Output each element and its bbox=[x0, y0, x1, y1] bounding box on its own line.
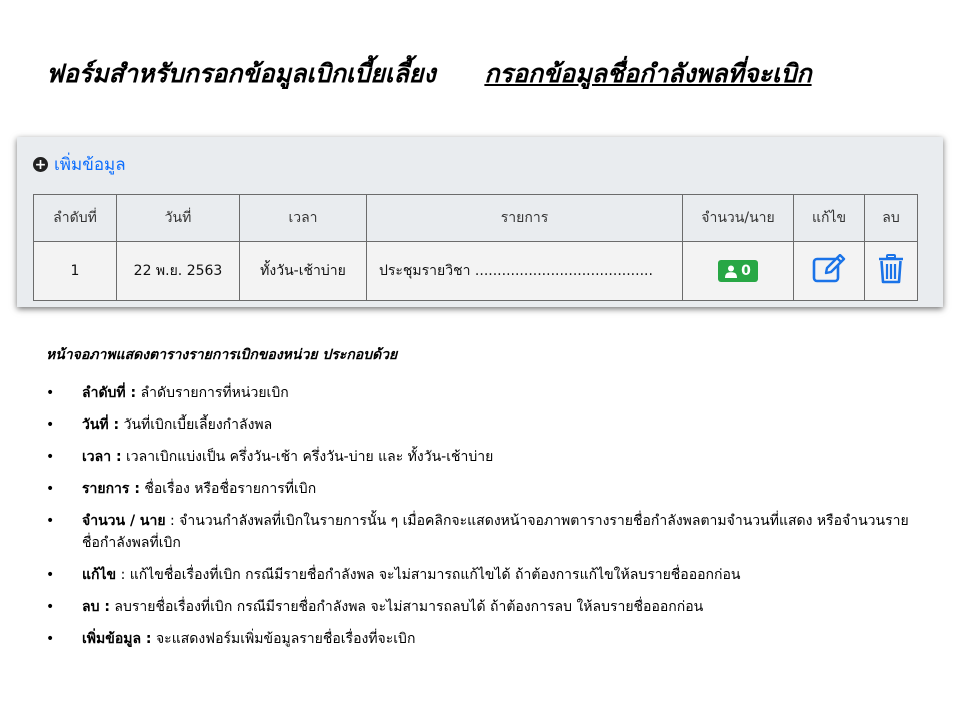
bullet-icon: • bbox=[46, 385, 55, 401]
page-heading: ฟอร์มสำหรับกรอกข้อมูลเบิกเบี้ยเลี้ยง กรอ… bbox=[46, 58, 940, 89]
item-term: รายการ : bbox=[82, 481, 140, 497]
bullet-icon: • bbox=[46, 417, 55, 433]
bullet-icon: • bbox=[46, 631, 55, 647]
bullet-icon: • bbox=[46, 449, 55, 465]
heading-main: ฟอร์มสำหรับกรอกข้อมูลเบิกเบี้ยเลี้ยง bbox=[46, 59, 436, 88]
col-header-no: ลำดับที่ bbox=[33, 194, 117, 242]
list-item: • ลบ : ลบรายชื่อเรื่องที่เบิก กรณีมีรายชื… bbox=[46, 596, 926, 618]
list-item: • วันที่ : วันที่เบิกเบี้ยเลี้ยงกำลังพล bbox=[46, 414, 926, 436]
edit-button[interactable] bbox=[812, 253, 846, 288]
user-icon bbox=[725, 265, 738, 278]
cell-no: 1 bbox=[33, 241, 117, 301]
description-title: หน้าจอภาพแสดงตารางรายการเบิกของหน่วย ประ… bbox=[46, 347, 398, 363]
cell-count: 0 bbox=[682, 241, 794, 301]
item-text: วันที่เบิกเบี้ยเลี้ยงกำลังพล bbox=[119, 417, 273, 433]
item-text: เวลาเบิกแบ่งเป็น ครึ่งวัน-เช้า ครึ่งวัน-… bbox=[121, 449, 494, 465]
item-text: ลำดับรายการที่หน่วยเบิก bbox=[136, 385, 289, 401]
edit-icon bbox=[812, 253, 846, 283]
description-section: หน้าจอภาพแสดงตารางรายการเบิกของหน่วย ประ… bbox=[46, 344, 926, 660]
cell-item: ประชุมรายวิชา ..........................… bbox=[366, 241, 683, 301]
list-panel: + เพิ่มข้อมูล ลำดับที่ วันที่ เวลา รายกา… bbox=[17, 137, 943, 307]
col-header-time: เวลา bbox=[239, 194, 367, 242]
add-data-button[interactable]: + เพิ่มข้อมูล bbox=[33, 151, 126, 178]
list-item: • จำนวน / นาย : จำนวนกำลังพลที่เบิกในรายก… bbox=[46, 510, 926, 554]
personnel-count: 0 bbox=[741, 263, 751, 279]
table-header-row: ลำดับที่ วันที่ เวลา รายการ จำนวน/นาย แก… bbox=[33, 194, 918, 242]
claims-table: ลำดับที่ วันที่ เวลา รายการ จำนวน/นาย แก… bbox=[33, 194, 918, 301]
delete-button[interactable] bbox=[878, 254, 904, 288]
list-item: • ลำดับที่ : ลำดับรายการที่หน่วยเบิก bbox=[46, 382, 926, 404]
trash-icon bbox=[879, 254, 903, 284]
item-text: ชื่อเรื่อง หรือชื่อรายการที่เบิก bbox=[139, 481, 317, 497]
item-term: เวลา : bbox=[82, 449, 122, 465]
bullet-icon: • bbox=[46, 567, 55, 583]
personnel-count-button[interactable]: 0 bbox=[718, 260, 758, 282]
list-item: • แก้ไข : แก้ไขชื่อเรื่องที่เบิก กรณีมีรา… bbox=[46, 564, 926, 586]
bullet-icon: • bbox=[46, 599, 55, 615]
item-term: แก้ไข bbox=[82, 567, 117, 583]
item-term: ลบ : bbox=[82, 599, 110, 615]
item-text: ลบรายชื่อเรื่องที่เบิก กรณีมีรายชื่อกำลั… bbox=[109, 599, 704, 615]
cell-edit bbox=[793, 241, 865, 301]
plus-circle-icon: + bbox=[33, 156, 48, 173]
item-term: จำนวน / นาย bbox=[82, 513, 166, 529]
add-data-label: เพิ่มข้อมูล bbox=[54, 155, 126, 175]
table-row: 1 22 พ.ย. 2563 ทั้งวัน-เช้าบ่าย ประชุมรา… bbox=[33, 241, 918, 301]
col-header-edit: แก้ไข bbox=[793, 194, 865, 242]
item-text: : จำนวนกำลังพลที่เบิกในรายการนั้น ๆ เมื่… bbox=[82, 513, 909, 551]
heading-sub: กรอกข้อมูลชื่อกำลังพลที่จะเบิก bbox=[484, 59, 812, 88]
list-item: • เพิ่มข้อมูล : จะแสดงฟอร์มเพิ่มข้อมูลราย… bbox=[46, 628, 926, 650]
item-text: : แก้ไขชื่อเรื่องที่เบิก กรณีมีรายชื่อกำ… bbox=[116, 567, 741, 583]
col-header-delete: ลบ bbox=[864, 194, 918, 242]
col-header-count: จำนวน/นาย bbox=[682, 194, 794, 242]
col-header-date: วันที่ bbox=[116, 194, 240, 242]
item-text: จะแสดงฟอร์มเพิ่มข้อมูลรายชื่อเรื่องที่จะ… bbox=[151, 631, 416, 647]
bullet-icon: • bbox=[46, 513, 55, 529]
bullet-icon: • bbox=[46, 481, 55, 497]
cell-time: ทั้งวัน-เช้าบ่าย bbox=[239, 241, 367, 301]
cell-delete bbox=[864, 241, 918, 301]
col-header-item: รายการ bbox=[366, 194, 683, 242]
cell-date: 22 พ.ย. 2563 bbox=[116, 241, 240, 301]
item-term: เพิ่มข้อมูล : bbox=[82, 631, 152, 647]
item-term: ลำดับที่ : bbox=[82, 385, 137, 401]
item-term: วันที่ : bbox=[82, 417, 120, 433]
description-list: • ลำดับที่ : ลำดับรายการที่หน่วยเบิก • วัน… bbox=[46, 382, 926, 650]
list-item: • รายการ : ชื่อเรื่อง หรือชื่อรายการที่เบ… bbox=[46, 478, 926, 500]
list-item: • เวลา : เวลาเบิกแบ่งเป็น ครึ่งวัน-เช้า ค… bbox=[46, 446, 926, 468]
